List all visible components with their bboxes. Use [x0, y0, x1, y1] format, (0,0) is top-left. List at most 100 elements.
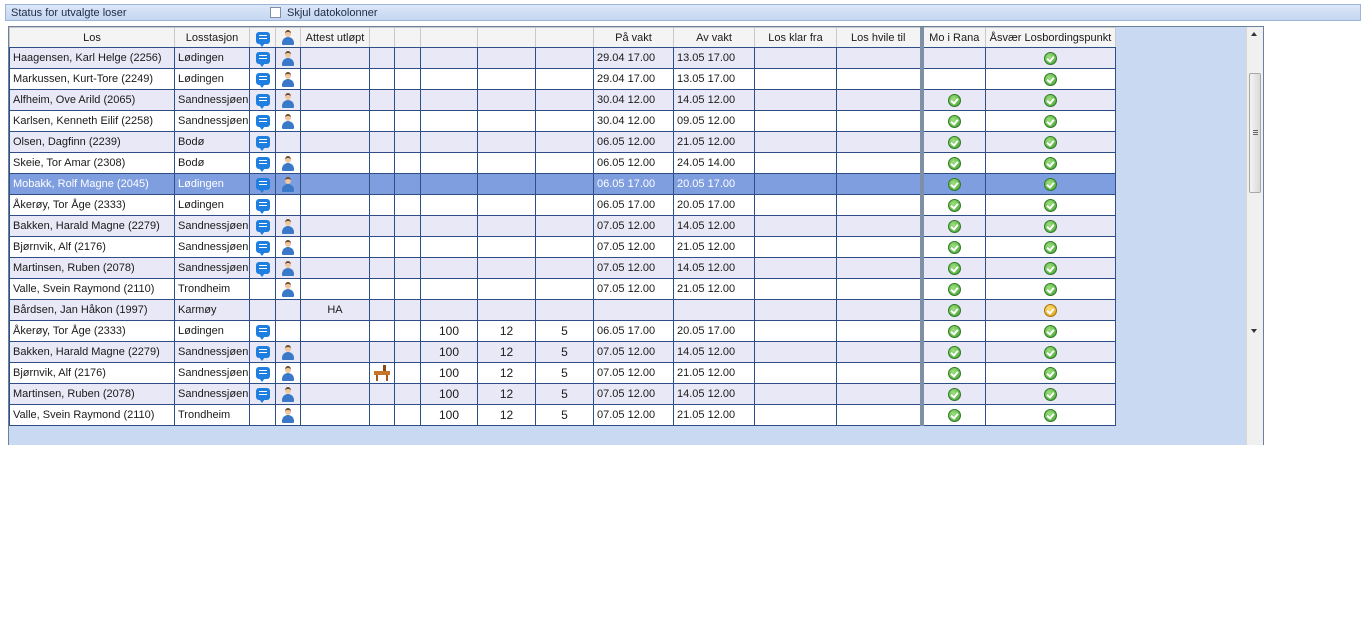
cell-los[interactable]: Åkerøy, Tor Åge (2333)	[9, 320, 175, 342]
col-header-los[interactable]: Los	[9, 27, 175, 48]
cell-los[interactable]: Valle, Svein Raymond (2110)	[9, 278, 175, 300]
table-row[interactable]: Skeie, Tor Amar (2308) Bodø 06.05 12.00 24.…	[9, 152, 1116, 174]
cell-los[interactable]: Bjørnvik, Alf (2176)	[9, 362, 175, 384]
table-row[interactable]: Valle, Svein Raymond (2110) Trondheim 100 1…	[9, 404, 1116, 426]
cell-chat[interactable]	[249, 110, 276, 132]
col-header-klar-fra[interactable]: Los klar fra	[754, 27, 837, 48]
cell-los[interactable]: Olsen, Dagfinn (2239)	[9, 131, 175, 153]
cell-user[interactable]	[275, 320, 301, 342]
scroll-down-arrow-icon[interactable]	[1251, 329, 1257, 333]
cell-losstasjon[interactable]: Lødingen	[174, 47, 250, 69]
user-icon[interactable]	[281, 50, 295, 66]
cell-losstasjon[interactable]: Sandnessjøen	[174, 383, 250, 405]
cell-chat[interactable]	[249, 152, 276, 174]
cell-losstasjon[interactable]: Lødingen	[174, 173, 250, 195]
cell-user[interactable]	[275, 278, 301, 300]
col-header-blank-2[interactable]	[394, 27, 421, 48]
cell-chat[interactable]	[249, 47, 276, 69]
cell-chat[interactable]	[249, 278, 276, 300]
cell-user[interactable]	[275, 341, 301, 363]
cell-user[interactable]	[275, 194, 301, 216]
table-row[interactable]: Bjørnvik, Alf (2176) Sandnessjøen 07.05 12…	[9, 236, 1116, 258]
cell-losstasjon[interactable]: Trondheim	[174, 404, 250, 426]
cell-chat[interactable]	[249, 299, 276, 321]
cell-los[interactable]: Alfheim, Ove Arild (2065)	[9, 89, 175, 111]
cell-user[interactable]	[275, 131, 301, 153]
table-row[interactable]: Markussen, Kurt-Tore (2249) Lødingen 29.04…	[9, 68, 1116, 90]
table-row[interactable]: Bakken, Harald Magne (2279) Sandnessjøen 1…	[9, 341, 1116, 363]
table-row[interactable]: Åkerøy, Tor Åge (2333) Lødingen 100 12 5 06.0…	[9, 320, 1116, 342]
cell-los[interactable]: Valle, Svein Raymond (2110)	[9, 404, 175, 426]
col-header-blank-3[interactable]	[420, 27, 478, 48]
user-icon[interactable]	[281, 407, 295, 423]
cell-chat[interactable]	[249, 194, 276, 216]
cell-los[interactable]: Bakken, Harald Magne (2279)	[9, 341, 175, 363]
col-header-pa-vakt[interactable]: På vakt	[593, 27, 674, 48]
table-row[interactable]: Karlsen, Kenneth Eilif (2258) Sandnessjøe…	[9, 110, 1116, 132]
table-row[interactable]: Bakken, Harald Magne (2279) Sandnessjøen 0…	[9, 215, 1116, 237]
chat-icon[interactable]	[255, 52, 270, 68]
col-header-blank-5[interactable]	[535, 27, 594, 48]
cell-chat[interactable]	[249, 320, 276, 342]
table-row[interactable]: Bjørnvik, Alf (2176) Sandnessjøen 100 12 5 07…	[9, 362, 1116, 384]
cell-chat[interactable]	[249, 236, 276, 258]
cell-los[interactable]: Skeie, Tor Amar (2308)	[9, 152, 175, 174]
cell-user[interactable]	[275, 173, 301, 195]
cell-user[interactable]	[275, 362, 301, 384]
table-row[interactable]: Olsen, Dagfinn (2239) Bodø 06.05 12.00 21.0…	[9, 131, 1116, 153]
cell-user[interactable]	[275, 152, 301, 174]
chat-icon[interactable]	[255, 136, 270, 152]
cell-losstasjon[interactable]: Sandnessjøen	[174, 341, 250, 363]
cell-los[interactable]: Mobakk, Rolf Magne (2045)	[9, 173, 175, 195]
cell-losstasjon[interactable]: Lødingen	[174, 194, 250, 216]
user-icon[interactable]	[281, 344, 295, 360]
cell-losstasjon[interactable]: Sandnessjøen	[174, 89, 250, 111]
cell-losstasjon[interactable]: Lødingen	[174, 68, 250, 90]
chat-icon[interactable]	[255, 199, 270, 215]
cell-losstasjon[interactable]: Sandnessjøen	[174, 257, 250, 279]
vertical-scrollbar[interactable]	[1246, 27, 1263, 445]
col-header-blank-1[interactable]	[369, 27, 395, 48]
cell-losstasjon[interactable]: Sandnessjøen	[174, 215, 250, 237]
cell-losstasjon[interactable]: Sandnessjøen	[174, 110, 250, 132]
col-header-asvaer[interactable]: Åsvær Losbordingspunkt	[985, 27, 1116, 48]
cell-user[interactable]	[275, 215, 301, 237]
cell-losstasjon[interactable]: Sandnessjøen	[174, 236, 250, 258]
cell-chat[interactable]	[249, 362, 276, 384]
cell-losstasjon[interactable]: Sandnessjøen	[174, 362, 250, 384]
cell-los[interactable]: Bjørnvik, Alf (2176)	[9, 236, 175, 258]
user-icon[interactable]	[281, 176, 295, 192]
cell-chat[interactable]	[249, 404, 276, 426]
scroll-thumb[interactable]	[1249, 73, 1261, 193]
col-header-hvile-til[interactable]: Los hvile til	[836, 27, 924, 48]
cell-los[interactable]: Bakken, Harald Magne (2279)	[9, 215, 175, 237]
chat-icon[interactable]	[255, 220, 270, 236]
chat-icon[interactable]	[255, 346, 270, 362]
chat-icon[interactable]	[255, 115, 270, 131]
cell-los[interactable]: Åkerøy, Tor Åge (2333)	[9, 194, 175, 216]
cell-los[interactable]: Martinsen, Ruben (2078)	[9, 257, 175, 279]
cell-user[interactable]	[275, 236, 301, 258]
cell-chat[interactable]	[249, 89, 276, 111]
cell-losstasjon[interactable]: Bodø	[174, 152, 250, 174]
cell-los[interactable]: Markussen, Kurt-Tore (2249)	[9, 68, 175, 90]
chat-icon[interactable]	[255, 388, 270, 404]
cell-losstasjon[interactable]: Trondheim	[174, 278, 250, 300]
chat-icon[interactable]	[255, 73, 270, 89]
cell-losstasjon[interactable]: Bodø	[174, 131, 250, 153]
user-icon[interactable]	[281, 281, 295, 297]
table-row[interactable]: Valle, Svein Raymond (2110) Trondheim 07.0…	[9, 278, 1116, 300]
chat-icon[interactable]	[255, 178, 270, 194]
col-header-blank-4[interactable]	[477, 27, 536, 48]
col-header-mo-i-rana[interactable]: Mo i Rana	[921, 27, 986, 48]
user-icon[interactable]	[281, 386, 295, 402]
user-icon[interactable]	[281, 71, 295, 87]
chat-icon[interactable]	[255, 367, 270, 383]
table-row[interactable]: Mobakk, Rolf Magne (2045) Lødingen 06.05 1…	[9, 173, 1116, 195]
user-icon[interactable]	[281, 218, 295, 234]
user-icon[interactable]	[281, 92, 295, 108]
user-icon[interactable]	[281, 113, 295, 129]
cell-los[interactable]: Haagensen, Karl Helge (2256)	[9, 47, 175, 69]
cell-losstasjon[interactable]: Lødingen	[174, 320, 250, 342]
col-header-losstasjon[interactable]: Losstasjon	[174, 27, 250, 48]
